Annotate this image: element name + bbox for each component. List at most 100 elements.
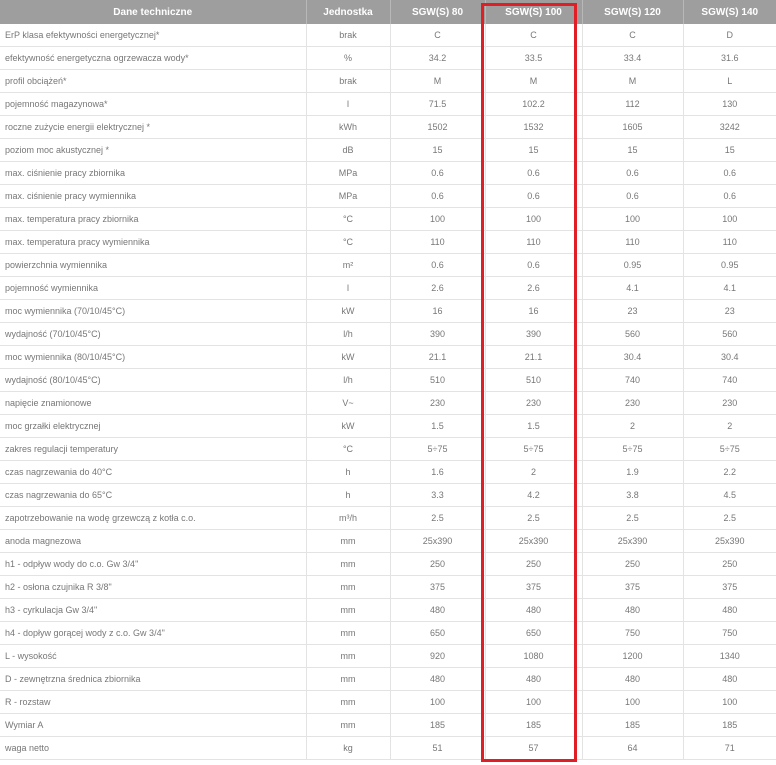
table-row: pojemność wymiennika l 2.6 2.6 4.1 4.1: [0, 276, 776, 300]
value-cell-sgw-100: 1080: [485, 644, 583, 668]
table-row: wydajność (80/10/45°C) l/h 510 510 740 740: [0, 368, 776, 392]
unit-cell: h: [306, 483, 391, 507]
value-cell-sgw-120: 2.5: [582, 506, 684, 530]
unit-cell: l/h: [306, 322, 391, 346]
value-cell-sgw-80: 1.6: [390, 460, 486, 484]
unit-cell: h: [306, 460, 391, 484]
unit-cell: MPa: [306, 161, 391, 185]
value-cell-sgw-80: 51: [390, 736, 486, 760]
value-cell-sgw-120: 375: [582, 575, 684, 599]
value-cell-sgw-140: 30.4: [683, 345, 776, 369]
parameter-cell: h3 - cyrkulacja Gw 3/4": [0, 598, 307, 622]
parameter-cell: h4 - dopływ gorącej wody z c.o. Gw 3/4": [0, 621, 307, 645]
unit-cell: °C: [306, 230, 391, 254]
unit-cell: kW: [306, 299, 391, 323]
value-cell-sgw-140: 100: [683, 207, 776, 231]
value-cell-sgw-120: 33.4: [582, 46, 684, 70]
value-cell-sgw-100: 230: [485, 391, 583, 415]
value-cell-sgw-140: 185: [683, 713, 776, 737]
unit-cell: °C: [306, 437, 391, 461]
table-row: zakres regulacji temperatury °C 5÷75 5÷75 5÷…: [0, 437, 776, 461]
unit-cell: mm: [306, 690, 391, 714]
column-header-sgw-100: SGW(S) 100: [485, 0, 583, 24]
value-cell-sgw-80: 0.6: [390, 161, 486, 185]
table-row: moc grzałki elektrycznej kW 1.5 1.5 2 2: [0, 414, 776, 438]
table-row: Wymiar Amm 185 185 185 185: [0, 713, 776, 737]
unit-cell: l: [306, 276, 391, 300]
parameter-cell: zakres regulacji temperatury: [0, 437, 307, 461]
column-header-sgw-140: SGW(S) 140: [683, 0, 776, 24]
value-cell-sgw-100: M: [485, 69, 583, 93]
table-row: max. temperatura pracy zbiornika °C 100 100…: [0, 207, 776, 231]
value-cell-sgw-80: 100: [390, 690, 486, 714]
value-cell-sgw-140: 480: [683, 667, 776, 691]
table-row: max. ciśnienie pracy zbiornika MPa 0.6 0.6 0…: [0, 161, 776, 185]
value-cell-sgw-140: 4.5: [683, 483, 776, 507]
value-cell-sgw-140: L: [683, 69, 776, 93]
column-header-sgw-80: SGW(S) 80: [390, 0, 486, 24]
value-cell-sgw-140: 15: [683, 138, 776, 162]
value-cell-sgw-120: 100: [582, 690, 684, 714]
value-cell-sgw-140: 25x390: [683, 529, 776, 553]
table-row: anoda magnezowa mm 25x390 25x390 25x390 25x39…: [0, 529, 776, 553]
value-cell-sgw-140: 100: [683, 690, 776, 714]
parameter-cell: max. temperatura pracy wymiennika: [0, 230, 307, 254]
value-cell-sgw-120: 480: [582, 667, 684, 691]
value-cell-sgw-140: 560: [683, 322, 776, 346]
unit-cell: mm: [306, 713, 391, 737]
value-cell-sgw-140: 480: [683, 598, 776, 622]
value-cell-sgw-120: 5÷75: [582, 437, 684, 461]
value-cell-sgw-80: 71.5: [390, 92, 486, 116]
parameter-cell: napięcie znamionowe: [0, 391, 307, 415]
unit-cell: kW: [306, 345, 391, 369]
table-row: zapotrzebowanie na wodę grzewczą z kotła…: [0, 506, 776, 530]
value-cell-sgw-100: 33.5: [485, 46, 583, 70]
value-cell-sgw-100: 2.6: [485, 276, 583, 300]
value-cell-sgw-80: 480: [390, 598, 486, 622]
value-cell-sgw-140: 250: [683, 552, 776, 576]
parameter-cell: profil obciążeń*: [0, 69, 307, 93]
value-cell-sgw-80: 2.5: [390, 506, 486, 530]
parameter-cell: czas nagrzewania do 40°C: [0, 460, 307, 484]
parameter-cell: max. ciśnienie pracy zbiornika: [0, 161, 307, 185]
value-cell-sgw-140: 130: [683, 92, 776, 116]
value-cell-sgw-80: 16: [390, 299, 486, 323]
table-row: max. ciśnienie pracy wymiennika MPa 0.6 0.6…: [0, 184, 776, 208]
value-cell-sgw-100: 110: [485, 230, 583, 254]
parameter-cell: max. ciśnienie pracy wymiennika: [0, 184, 307, 208]
table-row: R - rozstaw mm 100 100 100 100: [0, 690, 776, 714]
value-cell-sgw-80: 21.1: [390, 345, 486, 369]
value-cell-sgw-100: 100: [485, 690, 583, 714]
unit-cell: %: [306, 46, 391, 70]
table-header: Dane techniczne Jednostka SGW(S) 80 SGW(S) …: [0, 0, 776, 24]
table-row: waga netto kg 51 57 64 71: [0, 736, 776, 760]
table-row: h4 - dopływ gorącej wody z c.o. Gw 3/4" m…: [0, 621, 776, 645]
value-cell-sgw-140: 0.6: [683, 184, 776, 208]
value-cell-sgw-140: 4.1: [683, 276, 776, 300]
table-row: moc wymiennika (80/10/45°C) kW 21.1 21.1 30.…: [0, 345, 776, 369]
value-cell-sgw-120: 4.1: [582, 276, 684, 300]
value-cell-sgw-80: 15: [390, 138, 486, 162]
value-cell-sgw-140: 1340: [683, 644, 776, 668]
value-cell-sgw-120: 110: [582, 230, 684, 254]
value-cell-sgw-140: 230: [683, 391, 776, 415]
value-cell-sgw-120: 740: [582, 368, 684, 392]
value-cell-sgw-100: 16: [485, 299, 583, 323]
value-cell-sgw-100: 100: [485, 207, 583, 231]
unit-cell: brak: [306, 24, 391, 47]
unit-cell: mm: [306, 598, 391, 622]
value-cell-sgw-80: 2.6: [390, 276, 486, 300]
value-cell-sgw-100: 2: [485, 460, 583, 484]
value-cell-sgw-100: 510: [485, 368, 583, 392]
value-cell-sgw-120: 2: [582, 414, 684, 438]
parameter-cell: poziom moc akustycznej *: [0, 138, 307, 162]
parameter-cell: wydajność (80/10/45°C): [0, 368, 307, 392]
parameter-cell: h1 - odpływ wody do c.o. Gw 3/4": [0, 552, 307, 576]
value-cell-sgw-120: 230: [582, 391, 684, 415]
value-cell-sgw-120: 112: [582, 92, 684, 116]
value-cell-sgw-80: 375: [390, 575, 486, 599]
value-cell-sgw-100: 15: [485, 138, 583, 162]
value-cell-sgw-140: 5÷75: [683, 437, 776, 461]
value-cell-sgw-120: 750: [582, 621, 684, 645]
unit-cell: kWh: [306, 115, 391, 139]
